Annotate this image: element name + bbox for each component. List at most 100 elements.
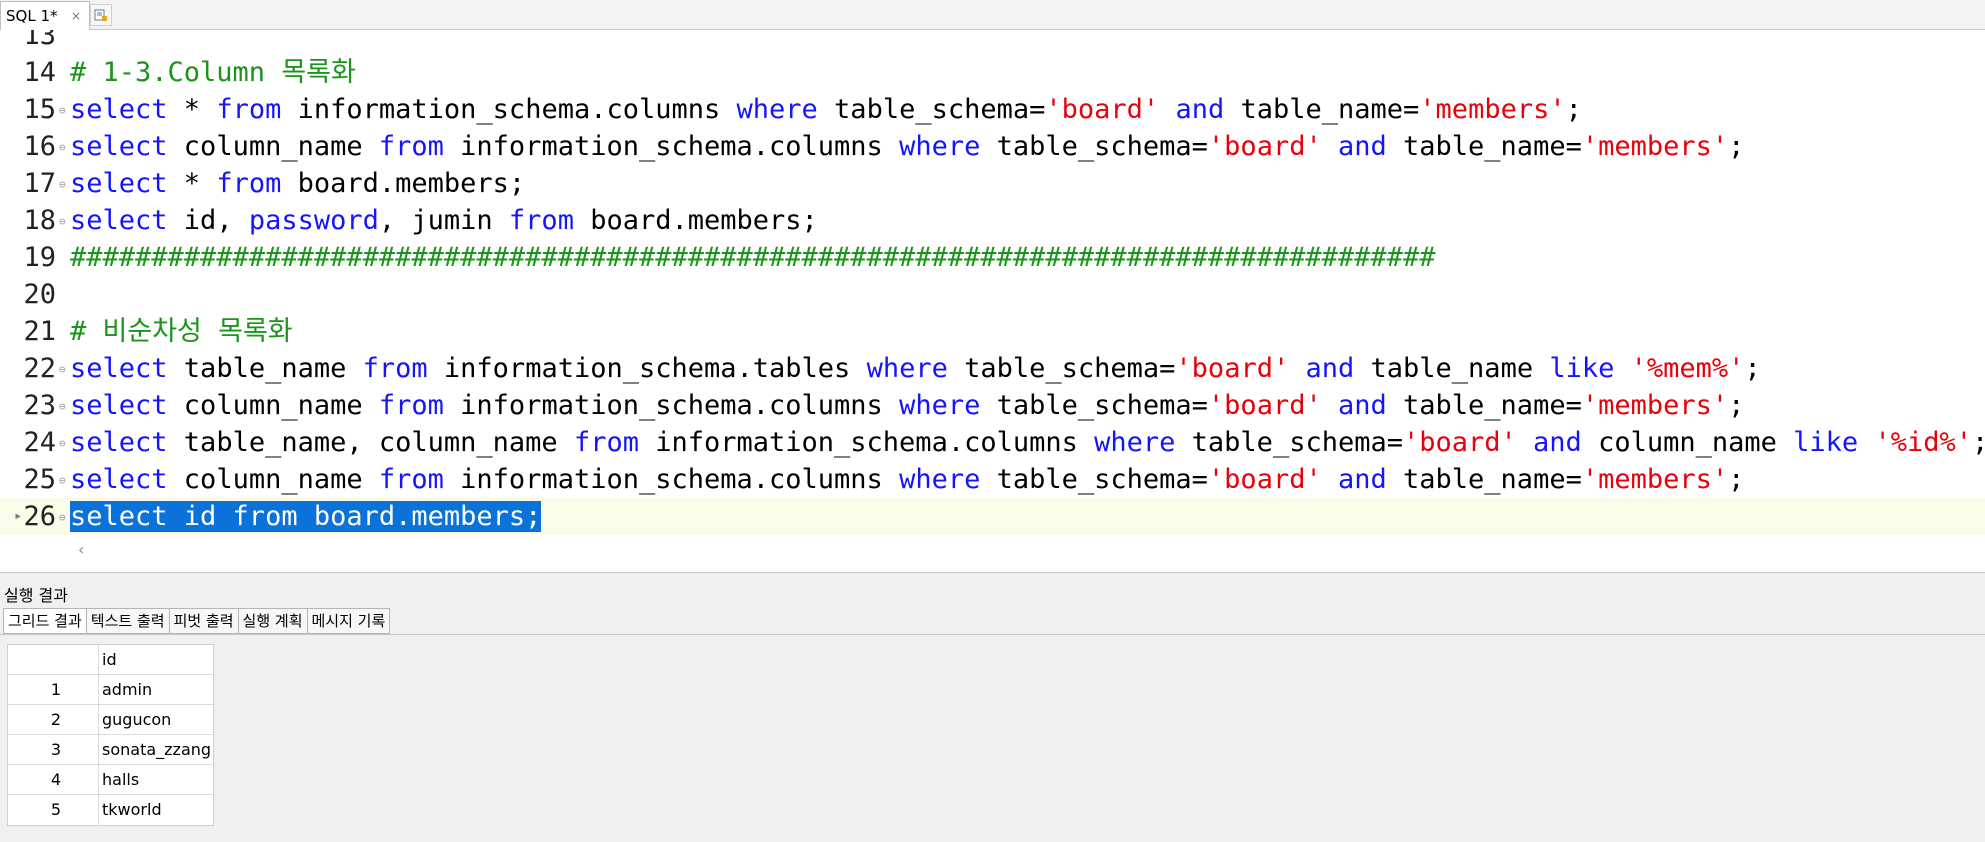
cell-id[interactable]: halls (99, 765, 213, 794)
code-token-plain: information_schema.columns (443, 390, 900, 421)
code-text: ########################################… (70, 239, 1435, 276)
code-token-keyword: from (378, 464, 444, 495)
tab-result-1[interactable]: 텍스트 출력 (85, 608, 169, 634)
code-text: select * from information_schema.columns… (70, 91, 1582, 128)
code-line[interactable]: 20 (0, 276, 1985, 313)
code-token-plain: * (167, 168, 217, 199)
tab-result-0[interactable]: 그리드 결과 (3, 608, 86, 634)
cell-id[interactable]: admin (99, 675, 213, 704)
code-line[interactable]: 18 ⊖ select id, password, jumin from board… (0, 202, 1985, 239)
code-line[interactable]: 16 ⊖ select column_name from information_s… (0, 128, 1985, 165)
code-token-plain: information_schema.columns (443, 464, 900, 495)
code-token-plain: * (167, 94, 217, 125)
code-line[interactable]: 15 ⊖ select * from information_schema.colu… (0, 91, 1985, 128)
code-token-plain: table_name, column_name (167, 427, 574, 458)
fold-marker-icon[interactable]: ⊖ (59, 203, 66, 240)
code-line[interactable]: ▸ 26 ⊖ select id from board.members; (0, 498, 1985, 535)
code-token-plain: information_schema.columns (638, 427, 1095, 458)
fold-marker-icon[interactable]: ⊖ (59, 425, 66, 462)
code-token-keyword: select (70, 94, 168, 125)
code-token-string: 'board' (1402, 427, 1517, 458)
cell-id[interactable]: gugucon (99, 705, 213, 734)
table-row[interactable]: 1 admin (8, 675, 213, 705)
code-token-keyword: select (70, 464, 168, 495)
code-token-keyword: where (1094, 427, 1176, 458)
code-token-plain: , jumin (378, 205, 509, 236)
code-token-keyword: select (70, 131, 168, 162)
code-token-keyword: where (899, 131, 981, 162)
results-title: 실행 결과 (4, 586, 68, 605)
code-line[interactable]: 13 (0, 30, 1985, 54)
code-token-string: 'members' (1581, 131, 1729, 162)
line-number: 22 (23, 353, 56, 384)
code-token-plain: ; (1565, 94, 1582, 125)
divider (0, 634, 1985, 635)
code-token-comment: # 비순차성 목록화 (70, 316, 293, 347)
code-text: select table_name from information_schem… (70, 350, 1761, 387)
cell-id[interactable]: sonata_zzang (99, 735, 213, 764)
line-number: 23 (23, 390, 56, 421)
code-token-string: '%mem%' (1630, 353, 1745, 384)
code-line[interactable]: 22 ⊖ select table_name from information_sc… (0, 350, 1985, 387)
row-number-header (8, 645, 99, 674)
fold-marker-icon[interactable]: ⊖ (59, 388, 66, 425)
line-number: 18 (23, 205, 56, 236)
scroll-left-icon[interactable]: ‹ (78, 540, 84, 559)
code-token-plain: ; (1728, 390, 1745, 421)
code-token-comment: # 1-3.Column 목록화 (70, 57, 356, 88)
sql-editor[interactable]: 13 14 # 1-3.Column 목록화 15 ⊖ select * from inf… (0, 30, 1985, 573)
code-line[interactable]: 14 # 1-3.Column 목록화 (0, 54, 1985, 91)
code-token-keyword: from (573, 427, 639, 458)
code-line[interactable]: 25 ⊖ select column_name from information_s… (0, 461, 1985, 498)
column-header-id[interactable]: id (99, 645, 213, 674)
row-number: 5 (8, 795, 99, 825)
new-query-icon (94, 9, 107, 21)
code-token-keyword: password (248, 205, 379, 236)
table-row[interactable]: 3 sonata_zzang (8, 735, 213, 765)
table-row[interactable]: 2 gugucon (8, 705, 213, 735)
close-icon[interactable]: × (71, 2, 81, 31)
tab-result-3[interactable]: 실행 계획 (237, 608, 307, 634)
code-line[interactable]: 21 # 비순차성 목록화 (0, 313, 1985, 350)
fold-marker-icon[interactable]: ⊖ (59, 499, 66, 536)
code-token-keyword: select (70, 427, 168, 458)
tab-result-4[interactable]: 메시지 기록 (306, 608, 391, 634)
code-token-keyword: from (508, 205, 574, 236)
code-token-plain: information_schema.columns (281, 94, 737, 125)
fold-marker-icon[interactable]: ⊖ (59, 462, 66, 499)
code-line[interactable]: 19 ######################################… (0, 239, 1985, 276)
grid-header-row: id (8, 645, 213, 675)
code-token-plain: table_schema= (980, 464, 1208, 495)
line-number: 16 (23, 131, 56, 162)
code-token-keyword: where (899, 390, 981, 421)
cell-id[interactable]: tkworld (99, 795, 213, 825)
code-line[interactable]: 17 ⊖ select * from board.members; (0, 165, 1985, 202)
tab-title: SQL 1* (6, 7, 58, 25)
code-line[interactable]: 24 ⊖ select table_name, column_name from i… (0, 424, 1985, 461)
tab-sql-1[interactable]: SQL 1* × (0, 1, 90, 30)
results-panel: 실행 결과 그리드 결과 텍스트 출력 피벗 출력 실행 계획 메시지 기록 id 1a… (0, 574, 1985, 842)
tab-result-2[interactable]: 피벗 출력 (168, 608, 238, 634)
code-token-keyword: select (70, 205, 168, 236)
result-grid[interactable]: id 1 admin 2 gugucon 3 sonata_zzang 4 halls 5 tkw… (7, 644, 214, 826)
code-text: select column_name from information_sche… (70, 461, 1744, 498)
fold-marker-icon[interactable]: ⊖ (59, 129, 66, 166)
line-number: 26 (23, 501, 56, 532)
code-token-plain: column_name (167, 390, 379, 421)
new-query-button[interactable] (90, 4, 112, 26)
code-token-string: 'members' (1581, 464, 1729, 495)
code-token-plain: column_name (167, 131, 379, 162)
table-row[interactable]: 5 tkworld (8, 795, 213, 825)
code-token-string: 'board' (1045, 94, 1160, 125)
code-token-plain: table_schema= (980, 131, 1208, 162)
table-row[interactable]: 4 halls (8, 765, 213, 795)
code-line[interactable]: 23 ⊖ select column_name from information_s… (0, 387, 1985, 424)
fold-marker-icon[interactable]: ⊖ (59, 166, 66, 203)
fold-marker-icon[interactable]: ⊖ (59, 92, 66, 129)
fold-marker-icon[interactable]: ⊖ (59, 351, 66, 388)
code-text: select id from board.members; (70, 498, 542, 535)
line-number: 20 (23, 279, 56, 310)
